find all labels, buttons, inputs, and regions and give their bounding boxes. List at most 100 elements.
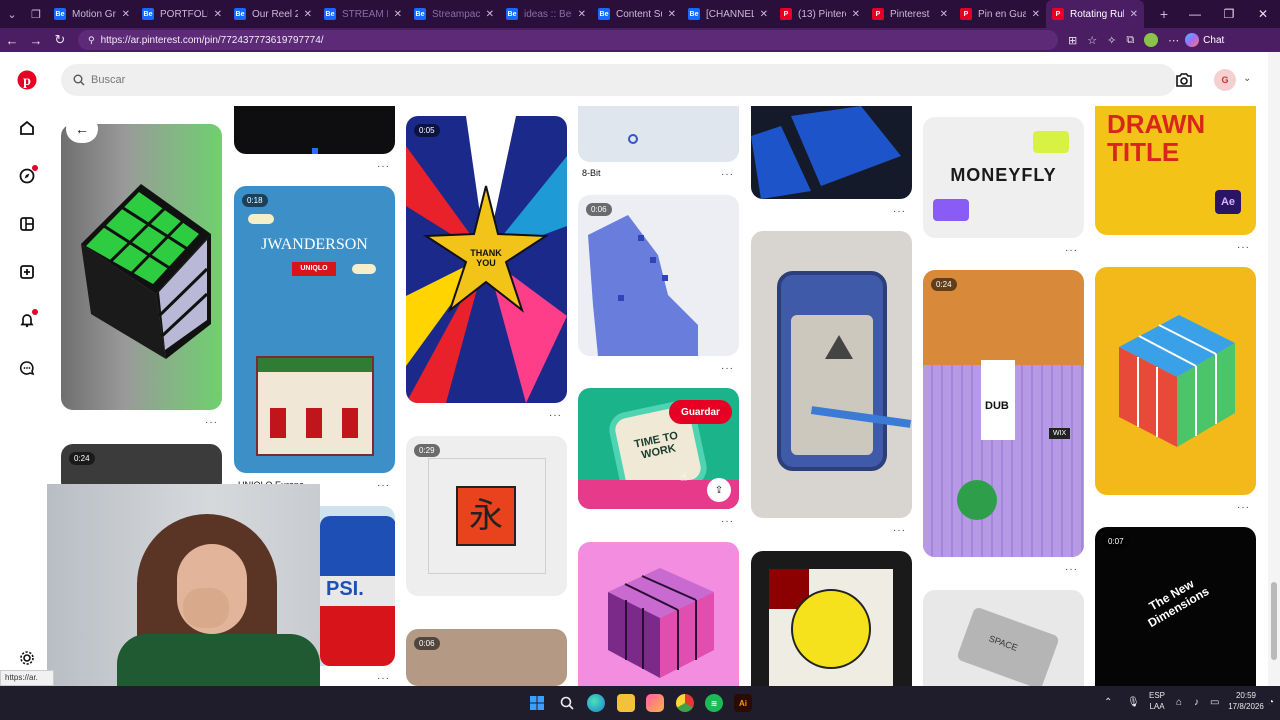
save-pin-button[interactable]: Guardar (669, 400, 732, 424)
browser-tab[interactable]: Be Streampack // ✕ (408, 0, 500, 28)
workspaces-icon[interactable]: ❐ (24, 0, 48, 28)
boards-icon[interactable] (17, 214, 37, 234)
home-icon[interactable] (17, 118, 37, 138)
pin-more-options-icon[interactable]: ··· (549, 410, 562, 421)
language-indicator[interactable]: ESP LAA (1146, 690, 1168, 712)
browser-tab[interactable]: Be Content Summ ✕ (592, 0, 682, 28)
scrollbar-thumb[interactable] (1271, 582, 1277, 660)
settings-gear-icon[interactable] (17, 648, 37, 668)
copilot-chat-button[interactable]: Chat (1185, 33, 1224, 47)
pin-colorful-rubik[interactable] (1095, 267, 1256, 495)
pin-more-options-icon[interactable]: ··· (721, 363, 734, 374)
reload-icon[interactable]: ↻ (48, 28, 72, 52)
spotify-icon[interactable]: ≋ (705, 694, 723, 712)
messages-icon[interactable] (17, 358, 37, 378)
file-explorer-icon[interactable] (617, 694, 635, 712)
close-tab-icon[interactable]: ✕ (668, 9, 676, 20)
pin-purple-luggage[interactable]: 0:24 DUB WIX (923, 270, 1084, 557)
notification-center-icon[interactable]: ◔ (1268, 697, 1274, 708)
url-field[interactable]: ⚲ https://ar.pinterest.com/pin/772437773… (78, 30, 1058, 50)
back-arrow-button[interactable]: ← (66, 115, 98, 143)
pin-moneyfly[interactable]: MONEYFLY (923, 117, 1084, 238)
pin-more-options-icon[interactable]: ··· (721, 516, 734, 527)
clock[interactable]: 20:59 17/8/2026 (1224, 690, 1268, 712)
close-tab-icon[interactable]: ✕ (760, 9, 768, 20)
pin-thank-you-starburst[interactable]: THANK YOU 0:05 (406, 116, 567, 403)
share-icon[interactable]: ⇪ (707, 478, 731, 502)
pin-drawn-title[interactable]: DRAWN TITLE Ae (1095, 106, 1256, 235)
browser-tab[interactable]: Be ideas :: Behan ✕ (500, 0, 592, 28)
minimize-icon[interactable]: — (1178, 0, 1212, 28)
close-tab-icon[interactable]: ✕ (122, 9, 130, 20)
pin-more-options-icon[interactable]: ··· (1237, 242, 1250, 253)
browser-tab[interactable]: Be Our Reel 2026 ✕ (228, 0, 318, 28)
restore-icon[interactable]: ❐ (1212, 0, 1246, 28)
pin-slide-puzzle-device[interactable] (751, 231, 912, 518)
pin-blue-tiles[interactable] (751, 106, 912, 199)
close-tab-icon[interactable]: ✕ (304, 9, 312, 20)
account-chevron-down-icon[interactable]: ⌄ (1243, 73, 1251, 84)
collections-icon[interactable]: ⧉ (1126, 34, 1134, 47)
close-tab-icon[interactable]: ✕ (940, 9, 948, 20)
illustrator-icon[interactable]: Ai (734, 694, 752, 712)
forward-arrow-icon[interactable]: → (24, 28, 48, 52)
app-icon[interactable] (646, 694, 664, 712)
edge-browser-icon[interactable] (587, 694, 605, 712)
pin-more-options-icon[interactable]: ··· (893, 525, 906, 536)
tray-chevron-up-icon[interactable]: ⌃ (1104, 697, 1112, 708)
browser-tab[interactable]: P Rotating Rubik ✕ (1046, 0, 1144, 28)
close-tab-icon[interactable]: ✕ (486, 9, 494, 20)
pin-rubik-green-cube[interactable] (61, 124, 222, 410)
profile-icon[interactable] (1144, 33, 1159, 47)
browser-tab[interactable]: P (13) Pinterest ✕ (774, 0, 866, 28)
pin-smiley-puzzle[interactable] (751, 551, 912, 686)
network-icon[interactable]: ⌂ (1176, 697, 1182, 708)
close-tab-icon[interactable]: ✕ (1032, 9, 1040, 20)
taskbar-search-icon[interactable] (558, 694, 576, 712)
back-arrow-icon[interactable]: ← (0, 28, 24, 52)
search-bar[interactable]: Buscar (61, 64, 1176, 96)
pin-kanji-frame[interactable]: 0:29 永 (406, 436, 567, 596)
pin-more-options-icon[interactable]: ··· (1065, 564, 1078, 575)
pin-8bit[interactable] (578, 106, 739, 162)
site-info-icon[interactable]: ⚲ (88, 35, 95, 46)
browser-tab[interactable]: Be PORTFOLIO 20 ✕ (136, 0, 228, 28)
pin-pixel-map[interactable]: 0:06 (578, 195, 739, 356)
close-window-icon[interactable]: ✕ (1246, 0, 1280, 28)
visual-search-camera-icon[interactable] (1174, 70, 1194, 90)
close-tab-icon[interactable]: ✕ (1130, 9, 1138, 20)
pin-more-options-icon[interactable]: ··· (377, 161, 390, 172)
pinterest-logo-icon[interactable]: p (17, 70, 37, 90)
pin-more-options-icon[interactable]: ··· (377, 480, 390, 491)
explore-compass-icon[interactable] (17, 165, 38, 186)
extensions-icon[interactable]: ✧ (1107, 34, 1116, 47)
pin-pink-rubik[interactable] (578, 542, 739, 686)
volume-icon[interactable]: ♪ (1194, 697, 1199, 708)
start-menu-icon[interactable] (528, 694, 546, 712)
pin-more-options-icon[interactable]: ··· (1237, 502, 1250, 513)
close-tab-icon[interactable]: ✕ (578, 9, 586, 20)
browser-tab[interactable]: Be Motion Graph ✕ (48, 0, 136, 28)
pin-beige[interactable]: 0:06 (406, 629, 567, 686)
new-tab-button[interactable]: + (1152, 0, 1176, 28)
create-plus-icon[interactable] (17, 262, 37, 282)
pin-more-options-icon[interactable]: ··· (1065, 245, 1078, 256)
pin-space-key[interactable]: SPACE (923, 590, 1084, 686)
browser-tab[interactable]: Be [CHANNEL A] ✕ (682, 0, 774, 28)
pin-more-options-icon[interactable]: ··· (721, 169, 734, 180)
browser-tab[interactable]: P Pin en Guarda ✕ (954, 0, 1046, 28)
user-avatar[interactable]: G (1214, 69, 1236, 91)
pin-more-options-icon[interactable]: ··· (205, 417, 218, 428)
chrome-icon[interactable] (676, 694, 694, 712)
tab-actions-chevron-icon[interactable]: ⌄ (0, 0, 24, 28)
page-scrollbar[interactable] (1268, 52, 1280, 686)
pin-dark-top[interactable] (234, 106, 395, 154)
close-tab-icon[interactable]: ✕ (852, 9, 860, 20)
close-tab-icon[interactable]: ✕ (214, 9, 222, 20)
notifications-bell-icon[interactable] (17, 309, 38, 330)
close-tab-icon[interactable]: ✕ (394, 9, 402, 20)
browser-tab[interactable]: Be STREAM PACK ✕ (318, 0, 408, 28)
microphone-icon[interactable]: 🎙 (1127, 697, 1140, 708)
browser-tab[interactable]: P Pinterest ✕ (866, 0, 954, 28)
pin-more-options-icon[interactable]: ··· (893, 206, 906, 217)
